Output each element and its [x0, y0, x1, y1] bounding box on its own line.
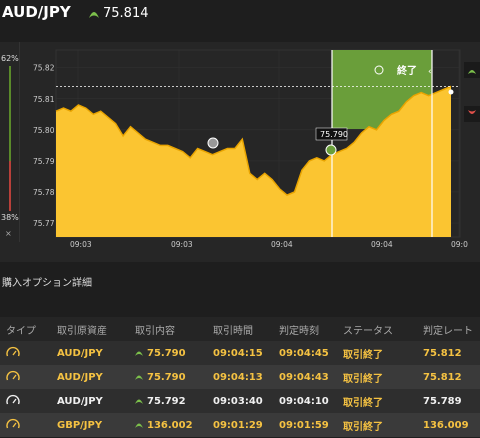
- table-row[interactable]: AUD/JPY 75.792 09:03:40 09:04:10 取引終了 75…: [0, 389, 480, 413]
- col-status: ステータス: [336, 317, 416, 341]
- status-cell: 取引終了: [336, 389, 416, 413]
- svg-text:‹: ‹: [428, 67, 432, 77]
- price-value: 75.814: [103, 6, 149, 21]
- status-cell: 取引終了: [336, 413, 416, 437]
- table-row[interactable]: AUD/JPY 75.790 09:04:15 09:04:45 取引終了 75…: [0, 341, 480, 365]
- col-judge: 判定時刻: [272, 317, 336, 341]
- x-tick-label: 09:04: [371, 240, 393, 249]
- content-cell: 75.790: [128, 341, 206, 365]
- asset-cell: AUD/JPY: [50, 365, 128, 389]
- y-tick-label: 75.81: [33, 95, 55, 104]
- content-cell: 75.792: [128, 389, 206, 413]
- col-asset: 取引原資産: [50, 317, 128, 341]
- end-label: 終了: [397, 64, 417, 77]
- y-tick-label: 75.82: [33, 64, 55, 73]
- gauge-icon: [6, 346, 20, 357]
- current-price: 75.814: [89, 6, 149, 21]
- time-cell: 09:04:13: [206, 365, 272, 389]
- table-row[interactable]: GBP/JPY 136.002 09:01:29 09:01:59 取引終了 1…: [0, 413, 480, 437]
- col-type: タイプ: [0, 317, 50, 341]
- entry-price-label: 75.790: [320, 130, 348, 139]
- right-high-icon[interactable]: [464, 62, 480, 78]
- up-arrow-icon: [89, 12, 99, 18]
- time-cell: 09:04:15: [206, 341, 272, 365]
- y-tick-label: 75.77: [33, 219, 55, 228]
- col-content: 取引内容: [128, 317, 206, 341]
- table-row[interactable]: AUD/JPY 75.790 09:04:13 09:04:43 取引終了 75…: [0, 365, 480, 389]
- up-arrow-icon: [135, 399, 143, 404]
- up-arrow-icon: [135, 351, 143, 356]
- gauge-icon: [6, 418, 20, 429]
- asset-cell: GBP/JPY: [50, 413, 128, 437]
- time-cell: 09:01:29: [206, 413, 272, 437]
- buy-marker[interactable]: [207, 137, 219, 149]
- pair-title: AUD/JPY: [2, 3, 71, 21]
- judge-cell: 09:04:43: [272, 365, 336, 389]
- x-tick-label: 09:04: [271, 240, 293, 249]
- rate-cell: 136.009: [416, 413, 480, 437]
- y-tick-label: 75.79: [33, 157, 55, 166]
- judge-cell: 09:04:10: [272, 389, 336, 413]
- judge-cell: 09:04:45: [272, 341, 336, 365]
- y-tick-label: 75.78: [33, 188, 55, 197]
- time-cell: 09:03:40: [206, 389, 272, 413]
- up-arrow-icon: [135, 375, 143, 380]
- gauge-icon: [6, 370, 20, 381]
- asset-cell: AUD/JPY: [50, 389, 128, 413]
- price-chart[interactable]: 75.82 75.81 75.80 75.79 75.78 75.77 09:03 09:0…: [0, 42, 480, 262]
- y-tick-label: 75.80: [33, 126, 55, 135]
- x-tick-label: 09:03: [70, 240, 92, 249]
- col-rate: 判定レート: [416, 317, 480, 341]
- current-price-dot: [448, 89, 454, 95]
- x-tick-label: 09:03: [171, 240, 193, 249]
- content-cell: 136.002: [128, 413, 206, 437]
- judge-cell: 09:01:59: [272, 413, 336, 437]
- right-low-icon[interactable]: [464, 106, 480, 122]
- rate-cell: 75.789: [416, 389, 480, 413]
- section-title: 購入オプション詳細: [2, 278, 92, 289]
- rate-cell: 75.812: [416, 341, 480, 365]
- trades-table: タイプ 取引原資産 取引内容 取引時間 判定時刻 ステータス 判定レート AUD…: [0, 317, 480, 437]
- gauge-icon: [6, 394, 20, 405]
- status-cell: 取引終了: [336, 365, 416, 389]
- up-arrow-icon: [135, 423, 143, 428]
- status-cell: 取引終了: [336, 341, 416, 365]
- content-cell: 75.790: [128, 365, 206, 389]
- asset-cell: AUD/JPY: [50, 341, 128, 365]
- col-time: 取引時間: [206, 317, 272, 341]
- header: AUD/JPY 75.814: [0, 0, 480, 28]
- rate-cell: 75.812: [416, 365, 480, 389]
- x-tick-label: 09:0: [451, 240, 468, 249]
